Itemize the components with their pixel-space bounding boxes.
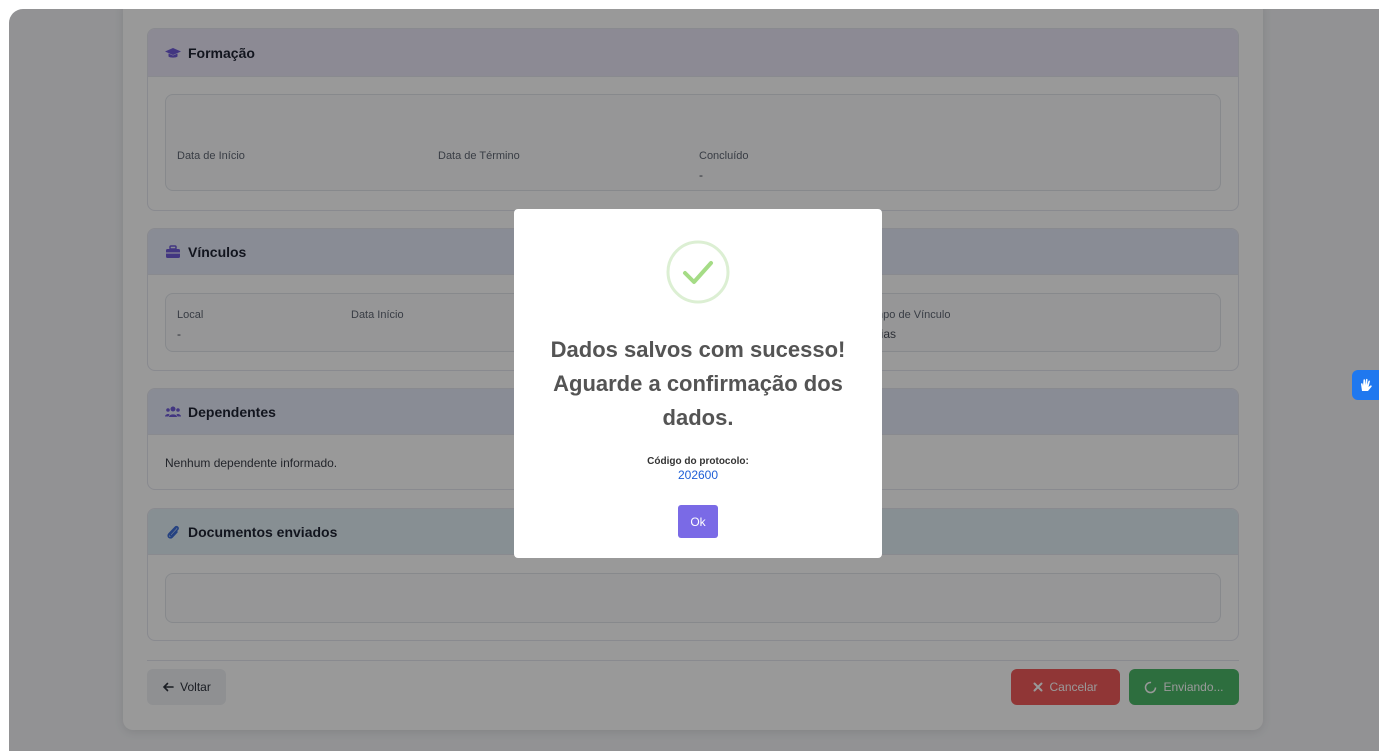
protocol-label: Código do protocolo: <box>647 456 749 467</box>
ok-button[interactable]: Ok <box>678 505 718 538</box>
dialog-title: Dados salvos com sucesso! Aguarde a conf… <box>550 337 846 430</box>
check-circle-icon <box>666 240 730 304</box>
sign-language-hand-icon <box>1358 377 1374 393</box>
protocol-code: 202600 <box>677 468 719 482</box>
accessibility-widget-button[interactable] <box>1352 370 1379 400</box>
success-dialog: Dados salvos com sucesso! Aguarde a conf… <box>514 209 882 558</box>
